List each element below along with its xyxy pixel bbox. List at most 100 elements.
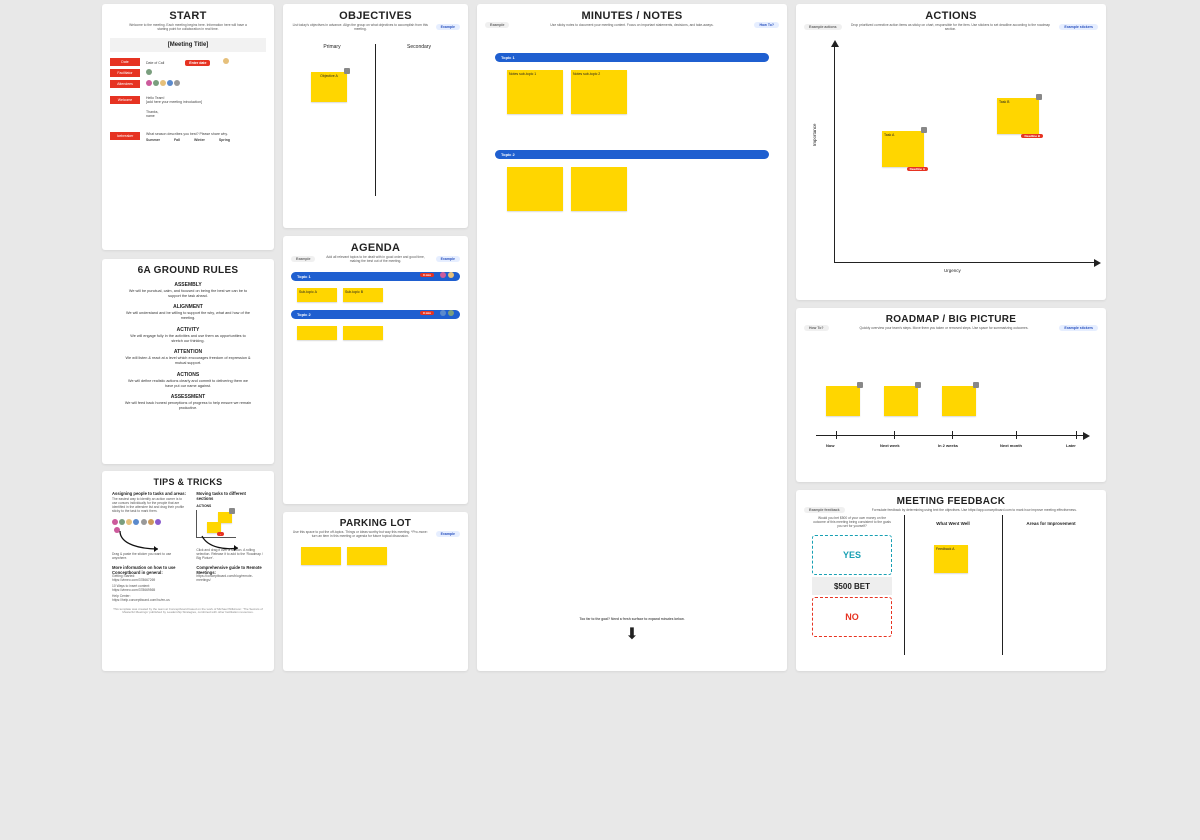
axis-x-label: Urgency — [944, 268, 961, 273]
col-went-well: What Went Well — [904, 521, 1002, 526]
axis-y-label: Importance — [812, 123, 817, 146]
minutes-subtitle: Use sticky notes to document your meetin… — [515, 24, 748, 28]
panel-feedback[interactable]: MEETING FEEDBACK Example feedback Formul… — [796, 490, 1106, 671]
example-pill[interactable]: Example actions — [804, 24, 842, 30]
no-label: NO — [845, 612, 859, 622]
example-pill[interactable]: Example — [436, 531, 460, 537]
col-improve: Areas for Improvement — [1002, 521, 1100, 526]
pin-icon — [1036, 94, 1042, 100]
sticky-objective[interactable]: Objective A — [311, 72, 347, 102]
rule-text: We will understand and be willing to sup… — [110, 311, 266, 320]
example-pill[interactable]: Example — [436, 256, 460, 262]
sticky-roadmap[interactable] — [826, 386, 860, 416]
panel-ground-rules[interactable]: 6A GROUND RULES ASSEMBLY We will be punc… — [102, 259, 274, 464]
example-pill[interactable]: Example — [436, 24, 460, 30]
topic-label: Topic 1 — [501, 55, 515, 60]
example-pill[interactable]: Example feedback — [804, 507, 845, 513]
sticky-text: Task A — [884, 133, 894, 137]
pin-icon — [921, 127, 927, 133]
avatar-icon — [133, 519, 139, 525]
sticky-text: Notes sub-topic 2 — [573, 72, 600, 76]
example-pill[interactable]: Example stickers — [1059, 24, 1098, 30]
meeting-title-field[interactable]: [Meeting Title] — [110, 38, 266, 52]
sticky-text: Sub-topic A — [299, 290, 317, 294]
sticky-task[interactable]: Task B Deadline B — [997, 98, 1039, 134]
panel-agenda[interactable]: AGENDA Example Add all relevant topics t… — [283, 236, 468, 504]
howto-pill[interactable]: How To? — [754, 22, 779, 28]
sticky-text: Notes sub-topic 1 — [509, 72, 536, 76]
col-secondary: Secondary — [378, 44, 460, 50]
rule-text: We will listen & react at a level which … — [110, 356, 266, 365]
axis-x — [834, 262, 1096, 263]
rule-heading: ASSEMBLY — [110, 282, 266, 288]
sticky-roadmap[interactable] — [884, 386, 918, 416]
link[interactable]: https://help.conceptboard.com/hc/en-us — [112, 599, 186, 603]
avatar-icon — [223, 58, 229, 64]
yes-label: YES — [843, 550, 861, 560]
rule-heading: ASSESSMENT — [110, 394, 266, 400]
actions-title: ACTIONS — [804, 10, 1098, 22]
avatar-icon — [112, 519, 118, 525]
feedback-yes-box[interactable]: YES — [812, 535, 892, 575]
timeline-axis — [816, 435, 1086, 436]
sticky-subtopic[interactable]: Sub-topic A — [297, 288, 337, 302]
time-tag: X min — [420, 311, 434, 315]
sticky-note[interactable] — [571, 167, 627, 211]
panel-objectives[interactable]: OBJECTIVES List today's objectives in ad… — [283, 4, 468, 228]
tick-label: Later — [1066, 443, 1076, 448]
sticky-subtopic[interactable]: Sub-topic B — [343, 288, 383, 302]
panel-parking-lot[interactable]: PARKING LOT Use this space to put the of… — [283, 512, 468, 671]
sticky-feedback[interactable]: Feedback A — [934, 545, 968, 573]
enter-date-button[interactable]: Enter date — [185, 60, 210, 66]
tick-label: Now — [826, 443, 834, 448]
label-icebreaker: Icebreaker — [110, 132, 140, 140]
link[interactable]: https://vimeo.com/378667269 — [112, 579, 186, 583]
topic-label: Topic 2 — [297, 312, 311, 317]
link[interactable]: https://conceptboard.com/blog/remote-mee… — [196, 575, 264, 583]
example-pill[interactable]: Example — [485, 22, 509, 28]
rules-title: 6A GROUND RULES — [110, 265, 266, 276]
mini-sticky[interactable]: · — [207, 522, 221, 533]
agenda-topic-bar[interactable]: Topic 2 X min — [291, 310, 460, 319]
rule-text: We will define realistic actions clearly… — [110, 379, 266, 388]
label-date: Date — [110, 58, 140, 66]
sticky-roadmap[interactable] — [942, 386, 976, 416]
agenda-topic-bar[interactable]: Topic 1 X min — [291, 272, 460, 281]
panel-tips[interactable]: TIPS & TRICKS Assigning people to tasks … — [102, 471, 274, 671]
feedback-no-box[interactable]: NO — [812, 597, 892, 637]
season[interactable]: Fall — [174, 138, 180, 142]
sticky-text: Objective A — [320, 74, 338, 78]
panel-start[interactable]: START Welcome to the meeting. Each meeti… — [102, 4, 274, 250]
sticky-task[interactable]: Task A Deadline A — [882, 131, 924, 167]
example-pill[interactable]: Example — [291, 256, 315, 262]
arrow-down-icon: ⬇ — [625, 629, 638, 640]
tips-title: TIPS & TRICKS — [112, 477, 264, 487]
season[interactable]: Summer — [146, 138, 160, 142]
minutes-topic-bar[interactable]: Topic 2 — [495, 150, 769, 159]
feedback-bet-box: $500 BET — [812, 577, 892, 595]
minutes-topic-bar[interactable]: Topic 1 — [495, 53, 769, 62]
sticky-note[interactable]: Notes sub-topic 1 — [507, 70, 563, 114]
sticky-parking[interactable] — [301, 547, 341, 565]
tick — [894, 431, 895, 439]
sticky-note[interactable]: Notes sub-topic 2 — [571, 70, 627, 114]
panel-minutes[interactable]: MINUTES / NOTES Example Use sticky notes… — [477, 4, 787, 671]
curve-arrow-icon — [114, 529, 164, 553]
sticky-subtopic[interactable] — [297, 326, 337, 340]
link[interactable]: https://vimeo.com/378669565 — [112, 589, 186, 593]
panel-actions[interactable]: ACTIONS Example actions Drop prioritized… — [796, 4, 1106, 300]
sticky-subtopic[interactable] — [343, 326, 383, 340]
whiteboard-canvas[interactable]: START Welcome to the meeting. Each meeti… — [0, 0, 1200, 840]
tips-assign-text: The easiest way to identify an action ow… — [112, 498, 186, 514]
tips-actions-label: ACTIONS — [196, 504, 211, 508]
panel-roadmap[interactable]: ROADMAP / BIG PICTURE How To? Quickly ov… — [796, 308, 1106, 482]
icebreaker-question: What season describes you best? Please s… — [146, 132, 266, 136]
season[interactable]: Winter — [194, 138, 205, 142]
season[interactable]: Spring — [219, 138, 230, 142]
avatar-icon — [448, 310, 454, 316]
pin-icon — [857, 382, 863, 388]
sticky-note[interactable] — [507, 167, 563, 211]
sticky-parking[interactable] — [347, 547, 387, 565]
rule-text: We will feed back honest perceptions of … — [110, 401, 266, 410]
rule-heading: ACTIVITY — [110, 327, 266, 333]
